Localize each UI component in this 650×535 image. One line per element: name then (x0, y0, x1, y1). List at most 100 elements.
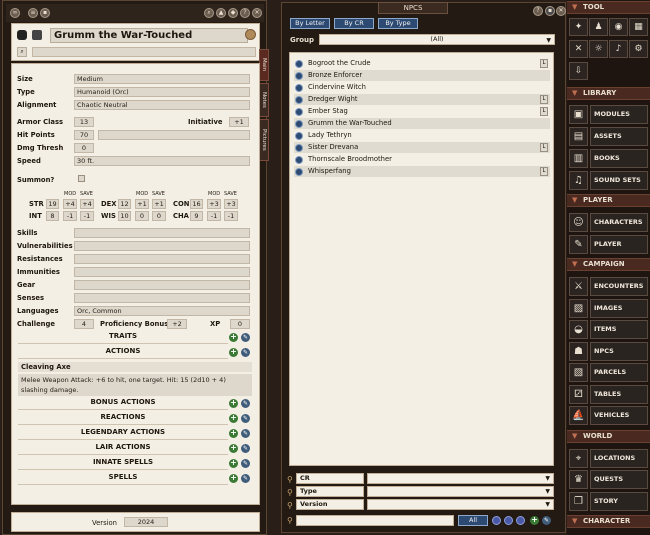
add-spell-button[interactable]: + (229, 474, 238, 483)
edit-bonus-actions-button[interactable]: ✎ (241, 399, 250, 408)
type-filter-select[interactable]: ▼ (367, 486, 554, 497)
tool-chat-icon[interactable]: ✦ (569, 18, 588, 36)
ability-wis-save[interactable]: 0 (152, 211, 166, 221)
senses-field[interactable] (74, 293, 250, 303)
edit-lair-actions-button[interactable]: ✎ (241, 444, 250, 453)
world-section-header[interactable]: ▼ WORLD (567, 430, 650, 443)
list-item[interactable]: Sister Drevana L (294, 142, 550, 153)
tab-notes[interactable]: Notes (259, 83, 269, 117)
filter-by-letter-button[interactable]: By Letter (290, 18, 330, 29)
ability-wis-score[interactable]: 10 (118, 211, 131, 221)
character-section-header[interactable]: ▼ CHARACTER (567, 515, 650, 528)
share-icon[interactable]: ▲ (216, 8, 226, 18)
search-icon[interactable]: ⌕ (204, 8, 214, 18)
list-item[interactable]: Whisperfang L (294, 166, 550, 177)
hit-dice-field[interactable] (98, 130, 250, 140)
sidebar-item-encounters[interactable]: ⚔ ENCOUNTERS (569, 277, 649, 296)
edit-list-button[interactable]: ✎ (542, 516, 551, 525)
window-menu-icon[interactable]: ≡ (28, 8, 38, 18)
sidebar-item-vehicles[interactable]: ⛵ VEHICLES (569, 406, 649, 425)
portrait-icon[interactable] (32, 30, 42, 40)
vulnerabilities-field[interactable] (74, 241, 250, 251)
library-section-header[interactable]: ▼ LIBRARY (567, 87, 650, 100)
player-section-header[interactable]: ▼ PLAYER (567, 194, 650, 207)
filter-by-type-button[interactable]: By Type (378, 18, 418, 29)
edit-spells-button[interactable]: ✎ (241, 474, 250, 483)
list-item[interactable]: Cindervine Witch (294, 82, 550, 93)
list-item[interactable]: Bronze Enforcer (294, 70, 550, 81)
sidebar-item-npcs[interactable]: ☗ NPCS (569, 342, 649, 361)
add-reaction-button[interactable]: + (229, 414, 238, 423)
tool-section-header[interactable]: ▼ TOOL (567, 1, 650, 14)
add-action-button[interactable]: + (229, 348, 238, 357)
add-npc-button[interactable]: + (530, 516, 539, 525)
show-all-button[interactable]: All (458, 515, 488, 526)
ability-str-score[interactable]: 19 (46, 199, 59, 209)
type-field[interactable]: Humanoid (Orc) (74, 87, 250, 97)
tool-party-icon[interactable]: ♟ (589, 18, 608, 36)
help-icon[interactable]: ? (240, 8, 250, 18)
version-field[interactable]: 2024 (124, 517, 168, 527)
size-field[interactable]: Medium (74, 74, 250, 84)
edit-reactions-button[interactable]: ✎ (241, 414, 250, 423)
sidebar-item-player-notes[interactable]: ✎ PLAYER NOTES (569, 235, 649, 265)
languages-field[interactable]: Orc, Common (74, 306, 250, 316)
tool-bag-icon[interactable]: ◉ (609, 18, 628, 36)
link-icon[interactable]: ∞ (10, 8, 20, 18)
list-item[interactable]: Dredger Wight L (294, 94, 550, 105)
add-trait-button[interactable]: + (229, 333, 238, 342)
ability-dex-score[interactable]: 12 (118, 199, 131, 209)
speed-field[interactable]: 30 ft. (74, 156, 250, 166)
ability-int-save[interactable]: -1 (80, 211, 94, 221)
edit-legendary-actions-button[interactable]: ✎ (241, 429, 250, 438)
close-icon[interactable]: ✕ (252, 8, 262, 18)
filter-owned-icon[interactable] (504, 516, 513, 525)
sidebar-item-assets[interactable]: ▤ ASSETS (569, 127, 649, 146)
armor-class-field[interactable]: 13 (74, 117, 94, 127)
campaign-section-header[interactable]: ▼ CAMPAIGN (567, 258, 650, 271)
immunities-field[interactable] (74, 267, 250, 277)
add-legendary-action-button[interactable]: + (229, 429, 238, 438)
ability-con-save[interactable]: +3 (224, 199, 238, 209)
search-input[interactable] (296, 515, 454, 526)
non-id-name-field[interactable] (32, 47, 256, 57)
proficiency-bonus-field[interactable]: +2 (167, 319, 187, 329)
edit-traits-button[interactable]: ✎ (241, 333, 250, 342)
tab-pictures[interactable]: Pictures (259, 119, 269, 161)
challenge-field[interactable]: 4 (74, 319, 94, 329)
list-item[interactable]: Lady Tethryn (294, 130, 550, 141)
xp-field[interactable]: 0 (230, 319, 250, 329)
action-description[interactable]: Melee Weapon Attack: +6 to hit, one targ… (18, 374, 252, 396)
tool-combat-icon[interactable]: ✕ (569, 40, 588, 58)
add-lair-action-button[interactable]: + (229, 444, 238, 453)
sidebar-item-story[interactable]: ❐ STORY (569, 492, 649, 511)
summon-checkbox[interactable] (78, 175, 85, 182)
sidebar-item-parcels[interactable]: ▧ PARCELS (569, 363, 649, 382)
ability-str-save[interactable]: +4 (80, 199, 94, 209)
sidebar-item-images[interactable]: ▨ IMAGES (569, 299, 649, 318)
help-icon[interactable]: ? (533, 6, 543, 16)
sidebar-item-items[interactable]: ◒ ITEMS (569, 320, 649, 339)
add-bonus-action-button[interactable]: + (229, 399, 238, 408)
list-item[interactable]: Ember Stag L (294, 106, 550, 117)
sidebar-item-sound-sets[interactable]: ♫ SOUND SETS (569, 171, 649, 190)
skills-field[interactable] (74, 228, 250, 238)
action-name[interactable]: Cleaving Axe (18, 362, 252, 372)
cr-filter-select[interactable]: ▼ (367, 473, 554, 484)
search-icon[interactable]: ⌕ (17, 47, 27, 57)
list-item[interactable]: Grumm the War-Touched (294, 118, 550, 129)
ability-int-score[interactable]: 8 (46, 211, 59, 221)
sidebar-item-tables[interactable]: ⚂ TABLES (569, 385, 649, 404)
sidebar-item-locations[interactable]: ⌖ LOCATIONS (569, 449, 649, 468)
alignment-field[interactable]: Chaotic Neutral (74, 100, 250, 110)
tool-music-icon[interactable]: ♪ (609, 40, 628, 58)
version-filter-select[interactable]: ▼ (367, 499, 554, 510)
tool-export-icon[interactable]: ⇩ (569, 62, 588, 80)
tool-cards-icon[interactable]: ▦ (629, 18, 648, 36)
group-select[interactable]: (All) ▼ (319, 34, 555, 45)
edit-innate-spells-button[interactable]: ✎ (241, 459, 250, 468)
sidebar-item-quests[interactable]: ♛ QUESTS (569, 470, 649, 489)
dmg-thresh-field[interactable]: 0 (74, 143, 94, 153)
window-icon[interactable]: ▪ (545, 6, 555, 16)
ability-cha-score[interactable]: 9 (190, 211, 203, 221)
